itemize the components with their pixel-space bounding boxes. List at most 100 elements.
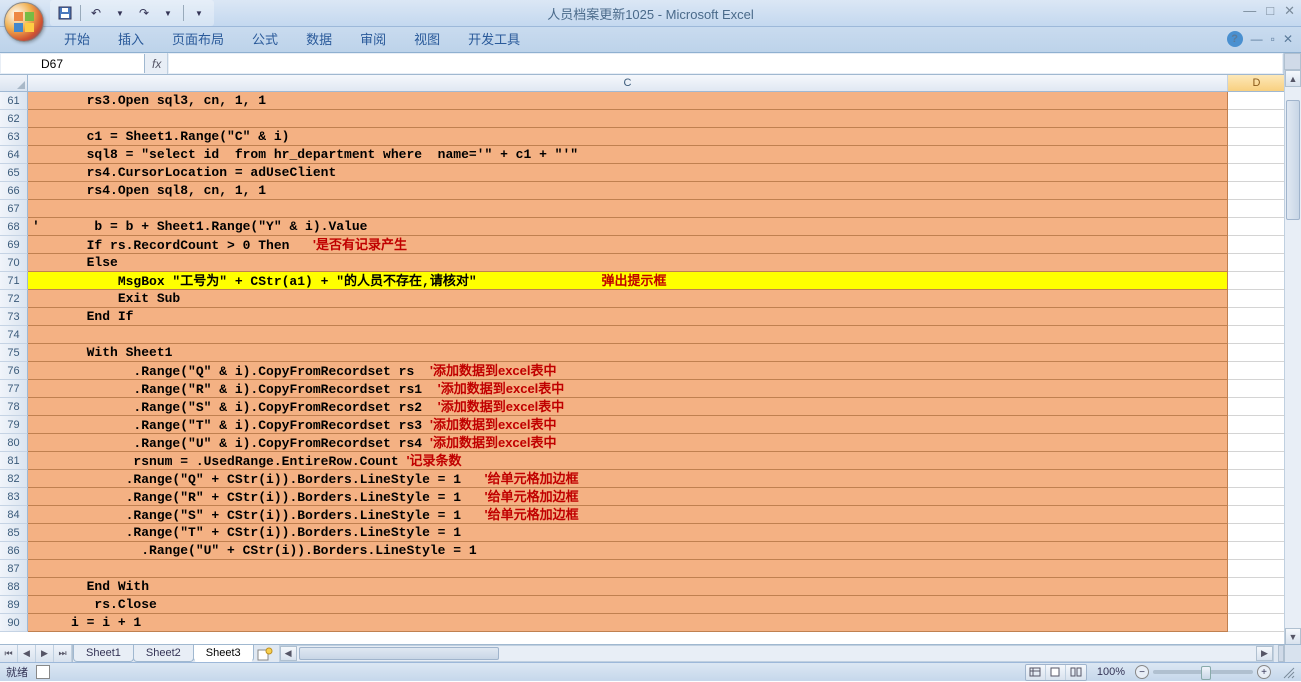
- column-header-c[interactable]: C: [28, 75, 1228, 91]
- ribbon-tab-6[interactable]: 视图: [400, 25, 454, 52]
- cell-c-64[interactable]: sql8 = "select id from hr_department whe…: [28, 146, 1228, 164]
- cell-c-70[interactable]: Else: [28, 254, 1228, 272]
- cell-c-83[interactable]: .Range("R" + CStr(i)).Borders.LineStyle …: [28, 488, 1228, 506]
- minimize-button[interactable]: —: [1243, 3, 1256, 19]
- zoom-in-button[interactable]: +: [1257, 665, 1271, 679]
- cell-c-79[interactable]: .Range("T" & i).CopyFromRecordset rs3 '添…: [28, 416, 1228, 434]
- cell-c-61[interactable]: rs3.Open sql3, cn, 1, 1: [28, 92, 1228, 110]
- macro-record-icon[interactable]: [36, 665, 50, 679]
- row-header-63[interactable]: 63: [0, 128, 28, 146]
- row-header-61[interactable]: 61: [0, 92, 28, 110]
- cell-d-67[interactable]: [1228, 200, 1286, 218]
- page-layout-view-button[interactable]: [1046, 665, 1066, 680]
- redo-icon[interactable]: ↷: [135, 4, 153, 22]
- cell-d-65[interactable]: [1228, 164, 1286, 182]
- cell-d-72[interactable]: [1228, 290, 1286, 308]
- horizontal-scroll-thumb[interactable]: [299, 647, 499, 660]
- save-icon[interactable]: [56, 4, 74, 22]
- cell-c-88[interactable]: End With: [28, 578, 1228, 596]
- cell-d-62[interactable]: [1228, 110, 1286, 128]
- qat-customize-icon[interactable]: ▼: [190, 4, 208, 22]
- column-header-d[interactable]: D: [1228, 75, 1286, 91]
- row-header-64[interactable]: 64: [0, 146, 28, 164]
- cell-d-87[interactable]: [1228, 560, 1286, 578]
- ribbon-tab-4[interactable]: 数据: [292, 25, 346, 52]
- row-header-90[interactable]: 90: [0, 614, 28, 632]
- cell-d-63[interactable]: [1228, 128, 1286, 146]
- cell-d-86[interactable]: [1228, 542, 1286, 560]
- sheet-first-button[interactable]: ⏮: [0, 645, 18, 662]
- vertical-scrollbar[interactable]: ▲ ▼: [1284, 70, 1301, 645]
- cell-d-84[interactable]: [1228, 506, 1286, 524]
- hscroll-track[interactable]: [297, 646, 1256, 661]
- sheet-next-button[interactable]: ▶: [36, 645, 54, 662]
- cell-d-85[interactable]: [1228, 524, 1286, 542]
- cell-d-68[interactable]: [1228, 218, 1286, 236]
- sheet-tab-sheet2[interactable]: Sheet2: [133, 645, 194, 662]
- cell-d-66[interactable]: [1228, 182, 1286, 200]
- row-header-81[interactable]: 81: [0, 452, 28, 470]
- scroll-up-button[interactable]: ▲: [1285, 70, 1301, 87]
- row-header-66[interactable]: 66: [0, 182, 28, 200]
- row-header-68[interactable]: 68: [0, 218, 28, 236]
- normal-view-button[interactable]: [1026, 665, 1046, 680]
- row-header-88[interactable]: 88: [0, 578, 28, 596]
- ribbon-tab-1[interactable]: 插入: [104, 25, 158, 52]
- row-header-80[interactable]: 80: [0, 434, 28, 452]
- row-header-62[interactable]: 62: [0, 110, 28, 128]
- cell-d-90[interactable]: [1228, 614, 1286, 632]
- row-header-89[interactable]: 89: [0, 596, 28, 614]
- cell-d-70[interactable]: [1228, 254, 1286, 272]
- cell-d-88[interactable]: [1228, 578, 1286, 596]
- cell-d-77[interactable]: [1228, 380, 1286, 398]
- cell-d-79[interactable]: [1228, 416, 1286, 434]
- cells-column-d[interactable]: [1228, 92, 1286, 632]
- resize-grip[interactable]: [1281, 665, 1295, 679]
- cell-d-89[interactable]: [1228, 596, 1286, 614]
- row-header-69[interactable]: 69: [0, 236, 28, 254]
- select-all-corner[interactable]: [0, 75, 28, 91]
- cell-d-82[interactable]: [1228, 470, 1286, 488]
- cell-c-87[interactable]: [28, 560, 1228, 578]
- cell-d-71[interactable]: [1228, 272, 1286, 290]
- undo-dropdown-icon[interactable]: ▼: [111, 4, 129, 22]
- row-header-83[interactable]: 83: [0, 488, 28, 506]
- cell-c-80[interactable]: .Range("U" & i).CopyFromRecordset rs4 '添…: [28, 434, 1228, 452]
- cell-d-69[interactable]: [1228, 236, 1286, 254]
- row-header-87[interactable]: 87: [0, 560, 28, 578]
- cell-d-64[interactable]: [1228, 146, 1286, 164]
- cell-c-66[interactable]: rs4.Open sql8, cn, 1, 1: [28, 182, 1228, 200]
- horizontal-scrollbar[interactable]: ◀ ▶: [279, 645, 1274, 662]
- cell-c-76[interactable]: .Range("Q" & i).CopyFromRecordset rs '添加…: [28, 362, 1228, 380]
- cell-d-74[interactable]: [1228, 326, 1286, 344]
- sheet-prev-button[interactable]: ◀: [18, 645, 36, 662]
- cell-c-62[interactable]: [28, 110, 1228, 128]
- row-header-86[interactable]: 86: [0, 542, 28, 560]
- cell-d-81[interactable]: [1228, 452, 1286, 470]
- cell-c-81[interactable]: rsnum = .UsedRange.EntireRow.Count '记录条数: [28, 452, 1228, 470]
- row-header-84[interactable]: 84: [0, 506, 28, 524]
- scroll-left-button[interactable]: ◀: [280, 646, 297, 661]
- cell-c-73[interactable]: End If: [28, 308, 1228, 326]
- cell-c-82[interactable]: .Range("Q" + CStr(i)).Borders.LineStyle …: [28, 470, 1228, 488]
- ribbon-tab-0[interactable]: 开始: [50, 25, 104, 52]
- row-header-70[interactable]: 70: [0, 254, 28, 272]
- insert-sheet-button[interactable]: [255, 646, 275, 661]
- row-header-76[interactable]: 76: [0, 362, 28, 380]
- close-button[interactable]: ✕: [1284, 3, 1295, 19]
- ribbon-tab-7[interactable]: 开发工具: [454, 25, 534, 52]
- ribbon-minimize-button[interactable]: —: [1251, 32, 1263, 46]
- cell-c-74[interactable]: [28, 326, 1228, 344]
- ribbon-restore-button[interactable]: ▫: [1271, 32, 1275, 46]
- cell-c-72[interactable]: Exit Sub: [28, 290, 1228, 308]
- ribbon-tab-2[interactable]: 页面布局: [158, 25, 238, 52]
- cell-c-68[interactable]: ' b = b + Sheet1.Range("Y" & i).Value: [28, 218, 1228, 236]
- cell-d-83[interactable]: [1228, 488, 1286, 506]
- row-header-73[interactable]: 73: [0, 308, 28, 326]
- cell-c-65[interactable]: rs4.CursorLocation = adUseClient: [28, 164, 1228, 182]
- cell-c-78[interactable]: .Range("S" & i).CopyFromRecordset rs2 '添…: [28, 398, 1228, 416]
- cell-c-84[interactable]: .Range("S" + CStr(i)).Borders.LineStyle …: [28, 506, 1228, 524]
- zoom-out-button[interactable]: −: [1135, 665, 1149, 679]
- zoom-percentage[interactable]: 100%: [1091, 666, 1131, 678]
- cell-c-85[interactable]: .Range("T" + CStr(i)).Borders.LineStyle …: [28, 524, 1228, 542]
